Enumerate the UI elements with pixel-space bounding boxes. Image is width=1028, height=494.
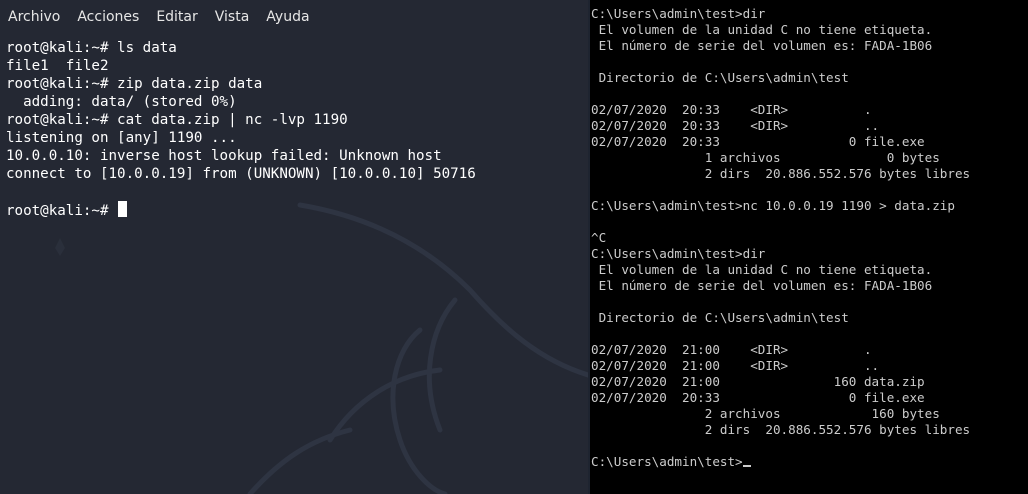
cmd-cursor [742,465,751,467]
terminal-prompt: root@kali:~# [6,203,118,219]
cmd-terminal-window[interactable]: C:\Users\admin\test>dir El volumen de la… [590,0,1028,494]
terminal-line: root@kali:~# ls data [6,40,177,56]
terminal-line: adding: data/ (stored 0%) [6,94,237,110]
terminal-line: connect to [10.0.0.19] from (UNKNOWN) [1… [6,166,476,182]
menu-bar: Archivo Acciones Editar Vista Ayuda [0,0,588,34]
cmd-line: 1 archivos 0 bytes [591,150,940,165]
cmd-line [591,86,970,102]
cmd-prompt-line[interactable]: C:\Users\admin\test> [591,454,970,470]
menu-archivo[interactable]: Archivo [8,0,60,34]
cmd-line: 02/07/2020 21:00 <DIR> . [591,342,872,357]
cmd-line: El número de serie del volumen es: FADA-… [591,278,933,293]
cmd-line: 02/07/2020 20:33 0 file.exe [591,390,925,405]
cmd-line: ^C [591,230,607,245]
terminal-prompt-line[interactable]: root@kali:~# [6,201,476,219]
cmd-line: Directorio de C:\Users\admin\test [591,310,849,325]
cmd-line: El volumen de la unidad C no tiene etiqu… [591,262,933,277]
cmd-line: El número de serie del volumen es: FADA-… [591,38,933,53]
cmd-line [591,54,970,70]
cmd-line [591,214,970,230]
menu-ayuda[interactable]: Ayuda [266,0,309,34]
cmd-line: 2 dirs 20.886.552.576 bytes libres [591,422,971,437]
cmd-line [591,294,970,310]
menu-vista[interactable]: Vista [215,0,250,34]
desktop: Archivo Acciones Editar Vista Ayuda root… [0,0,1028,494]
terminal-line: file1 file2 [6,58,109,74]
cmd-line: 02/07/2020 20:33 <DIR> . [591,102,872,117]
menu-editar[interactable]: Editar [156,0,197,34]
cmd-line [591,326,970,342]
cmd-line: 2 dirs 20.886.552.576 bytes libres [591,166,971,181]
cmd-line: El volumen de la unidad C no tiene etiqu… [591,22,933,37]
cmd-line [591,182,970,198]
cmd-line: 02/07/2020 21:00 <DIR> .. [591,358,880,373]
cmd-line: 2 archivos 160 bytes [591,406,940,421]
cmd-line: C:\Users\admin\test>dir [591,246,766,261]
cmd-line [591,438,970,454]
cmd-line: 02/07/2020 20:33 <DIR> .. [591,118,880,133]
terminal-line: root@kali:~# zip data.zip data [6,76,263,92]
cmd-line: 02/07/2020 20:33 0 file.exe [591,134,925,149]
cmd-line: C:\Users\admin\test>nc 10.0.0.19 1190 > … [591,198,955,213]
cmd-terminal-output[interactable]: C:\Users\admin\test>dir El volumen de la… [591,6,970,470]
cmd-line: C:\Users\admin\test>dir [591,6,766,21]
kali-terminal-output[interactable]: root@kali:~# ls data file1 file2 root@ka… [6,39,476,219]
terminal-line: listening on [any] 1190 ... [6,130,237,146]
cmd-line: 02/07/2020 21:00 160 data.zip [591,374,925,389]
menu-acciones[interactable]: Acciones [77,0,139,34]
cmd-prompt: C:\Users\admin\test> [591,454,743,469]
kali-terminal-window[interactable]: Archivo Acciones Editar Vista Ayuda root… [0,0,588,494]
terminal-cursor [118,201,128,217]
terminal-line: 10.0.0.10: inverse host lookup failed: U… [6,148,442,164]
terminal-line: root@kali:~# cat data.zip | nc -lvp 1190 [6,112,348,128]
cmd-line: Directorio de C:\Users\admin\test [591,70,849,85]
